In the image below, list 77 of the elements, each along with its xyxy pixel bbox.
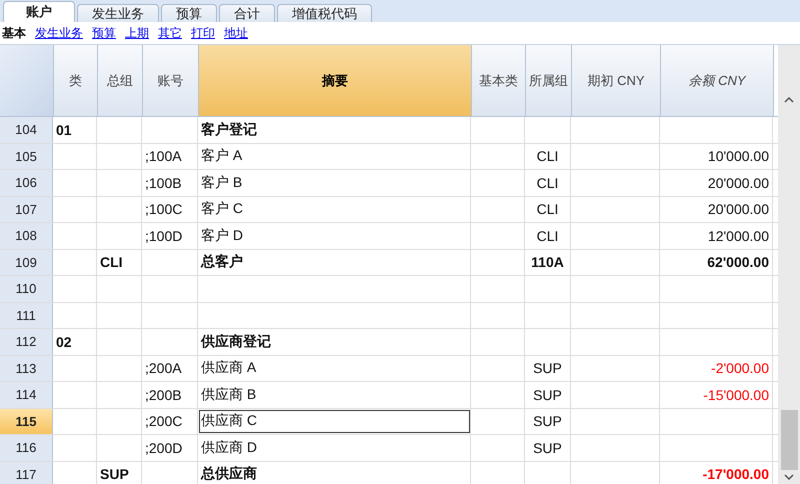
column-header[interactable]: 账号 [143, 45, 199, 116]
table-cell: ;100B [142, 170, 198, 196]
table-cell: CLI [525, 144, 571, 169]
view-link[interactable]: 打印 [191, 24, 215, 42]
view-link[interactable]: 基本 [2, 24, 26, 42]
row-number: 115 [0, 408, 53, 434]
table-cell: 01 [53, 117, 97, 142]
tab[interactable]: 预算 [161, 4, 217, 22]
row-number: 113 [0, 356, 53, 381]
column-header[interactable]: 余额 CNY [661, 45, 774, 116]
table-cell: SUP [525, 435, 571, 460]
row-number: 114 [0, 382, 53, 408]
row-number: 106 [0, 170, 53, 196]
table-cell: 110A [525, 250, 571, 275]
row-number: 111 [0, 302, 53, 328]
vertical-scrollbar[interactable] [778, 45, 800, 484]
tab[interactable]: 合计 [219, 4, 275, 22]
table-cell: CLI [525, 223, 571, 248]
column-header[interactable]: 类 [54, 45, 98, 116]
column-header[interactable]: 基本类 [472, 45, 526, 116]
table-cell: 供应商登记 [198, 329, 471, 354]
column-header[interactable]: 总组 [98, 45, 143, 116]
table-cell: CLI [525, 170, 571, 196]
table-cell: 客户 C [198, 196, 471, 222]
tab[interactable]: 发生业务 [77, 4, 159, 22]
table-cell: ;200D [142, 435, 198, 460]
table-cell: ;200C [142, 408, 198, 434]
tab[interactable]: 账户 [3, 1, 75, 22]
table-cell: 客户 A [198, 144, 471, 169]
row-number: 117 [0, 462, 53, 484]
table-cell: ;100C [142, 196, 198, 222]
table-cell: SUP [525, 408, 571, 434]
row-number: 108 [0, 223, 53, 248]
table-cell: 12'000.00 [660, 223, 773, 248]
column-header[interactable]: 摘要 [199, 45, 472, 116]
table-cell: 20'000.00 [660, 170, 773, 196]
view-link[interactable]: 发生业务 [35, 24, 83, 42]
column-header[interactable]: 所属组 [526, 45, 572, 116]
table-cell: 20'000.00 [660, 196, 773, 222]
table-cell: 62'000.00 [660, 250, 773, 275]
table-cell: SUP [525, 382, 571, 408]
row-number: 109 [0, 250, 53, 275]
view-link[interactable]: 地址 [224, 24, 248, 42]
row-number: 112 [0, 329, 53, 354]
table-cell: ;100A [142, 144, 198, 169]
table-cell: 供应商 B [198, 382, 471, 408]
table-cell: 客户登记 [198, 117, 471, 142]
row-number: 110 [0, 276, 53, 302]
tab[interactable]: 增值税代码 [277, 4, 372, 22]
table-cell: 供应商 D [198, 435, 471, 460]
focused-cell: 供应商 C [198, 408, 471, 434]
row-number: 107 [0, 196, 53, 222]
table-cell: 10'000.00 [660, 144, 773, 169]
row-number: 104 [0, 117, 53, 142]
table-cell: CLI [525, 196, 571, 222]
table-cell: 02 [53, 329, 97, 354]
table-cell: 总供应商 [198, 462, 471, 484]
table-cell: -2'000.00 [660, 356, 773, 381]
table-cell: -15'000.00 [660, 382, 773, 408]
view-link[interactable]: 其它 [158, 24, 182, 42]
row-number: 116 [0, 435, 53, 460]
view-link[interactable]: 预算 [92, 24, 116, 42]
table-cell: -17'000.00 [660, 462, 773, 484]
table-cell: 供应商 A [198, 356, 471, 381]
table-cell: SUP [525, 356, 571, 381]
column-header[interactable]: 期初 CNY [572, 45, 661, 116]
table-cell: ;200B [142, 382, 198, 408]
table-cell: CLI [97, 250, 142, 275]
table-cell: SUP [97, 462, 142, 484]
table-cell: ;100D [142, 223, 198, 248]
row-number: 105 [0, 144, 53, 169]
table-cell: 客户 B [198, 170, 471, 196]
view-link[interactable]: 上期 [125, 24, 149, 42]
table-cell: 总客户 [198, 250, 471, 275]
table-cell: 客户 D [198, 223, 471, 248]
scroll-thumb[interactable] [780, 410, 798, 470]
table-cell: ;200A [142, 356, 198, 381]
